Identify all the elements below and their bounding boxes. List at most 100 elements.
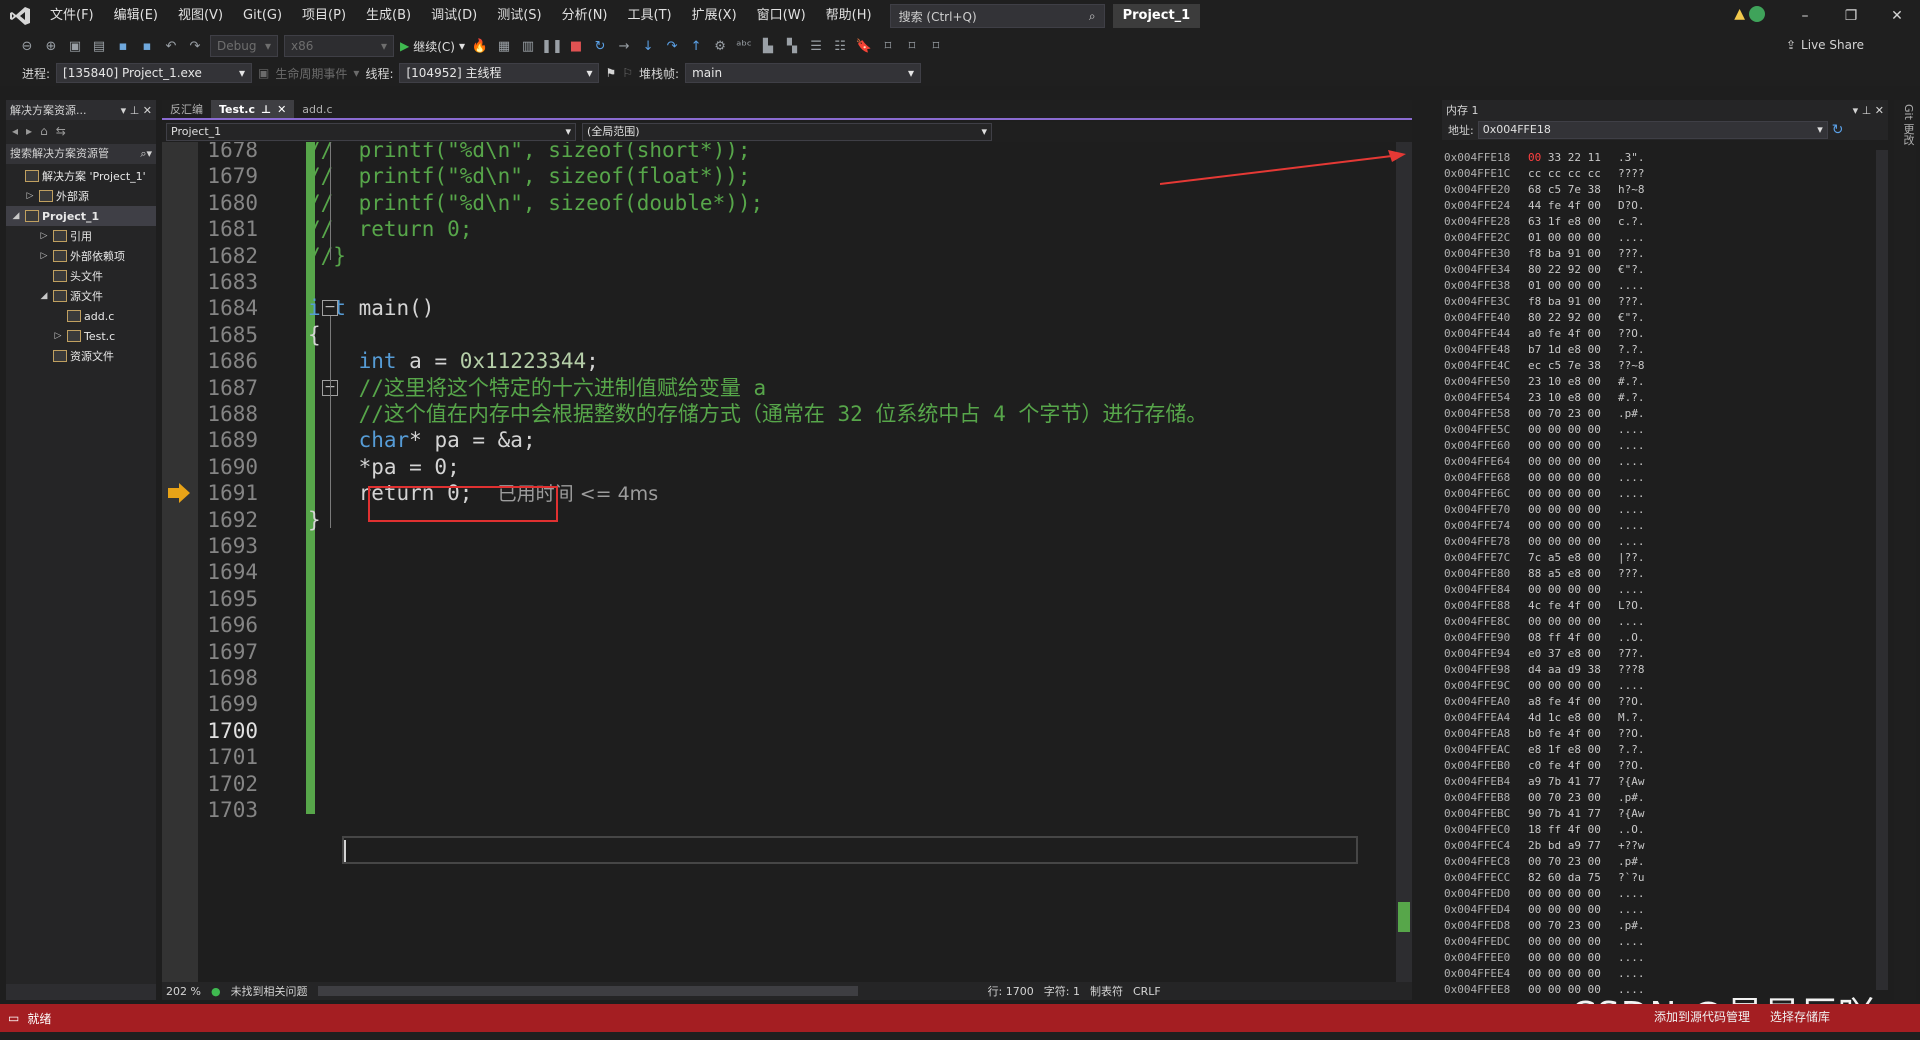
issues-status[interactable]: 未找到相关问题: [231, 983, 308, 999]
solution-search-input[interactable]: 搜索解决方案资源管 ⌕▾: [6, 144, 156, 164]
memory-row[interactable]: 0x004FFE88 4c fe 4f 00 L?O.: [1444, 598, 1668, 614]
forward-icon[interactable]: ⊕: [42, 37, 60, 55]
menu-item[interactable]: 编辑(E): [104, 0, 168, 32]
memory-row[interactable]: 0x004FFEBC 90 7b 41 77 ?{Aw: [1444, 806, 1668, 822]
memory-row[interactable]: 0x004FFE78 00 00 00 00....: [1444, 534, 1668, 550]
panel-controls-icon[interactable]: ▾ ⊥ ✕: [1853, 104, 1884, 117]
solution-hscroll[interactable]: [6, 984, 156, 1000]
expand-toggle-icon[interactable]: ◢: [10, 211, 22, 221]
menu-item[interactable]: 文件(F): [40, 0, 104, 32]
memory-row[interactable]: 0x004FFEE4 00 00 00 00....: [1444, 966, 1668, 982]
memory-row[interactable]: 0x004FFE4C ec c5 7e 38 ??~8: [1444, 358, 1668, 374]
menu-item[interactable]: 窗口(W): [747, 0, 816, 32]
prev-bookmark-icon[interactable]: ⌑: [879, 37, 897, 55]
menu-item[interactable]: 调试(D): [421, 0, 487, 32]
tree-item[interactable]: ◢ Project_1: [6, 206, 156, 226]
memory-row[interactable]: 0x004FFE60 00 00 00 00....: [1444, 438, 1668, 454]
layout-icon[interactable]: ▥: [519, 37, 537, 55]
memory-row[interactable]: 0x004FFE3C f8 ba 91 00???.: [1444, 294, 1668, 310]
spell-check-icon[interactable]: ᵃᵇᶜ: [735, 37, 753, 55]
expand-toggle-icon[interactable]: ◢: [38, 291, 50, 301]
back-icon[interactable]: ◂: [12, 124, 18, 138]
add-to-source-control[interactable]: 添加到源代码管理: [1654, 1008, 1750, 1025]
uncomment-icon[interactable]: ▚: [783, 37, 801, 55]
memory-row[interactable]: 0x004FFE7C 7c a5 e8 00 |??.: [1444, 550, 1668, 566]
memory-row[interactable]: 0x004FFEA8 b0 fe 4f 00 ??O.: [1444, 726, 1668, 742]
memory-row[interactable]: 0x004FFE80 88 a5 e8 00???.: [1444, 566, 1668, 582]
stack-frame-dropdown[interactable]: main ▾: [685, 63, 922, 83]
memory-row[interactable]: 0x004FFE18 00 33 22 11.3".: [1444, 150, 1668, 166]
show-next-statement-icon[interactable]: →: [615, 37, 633, 55]
save-all-icon[interactable]: ▪: [138, 37, 156, 55]
menu-item[interactable]: 生成(B): [356, 0, 421, 32]
line-indicator[interactable]: 行: 1700: [988, 983, 1034, 999]
select-repository[interactable]: 选择存储库: [1770, 1008, 1830, 1025]
continue-button[interactable]: ▶ 继续(C) ▾: [400, 38, 465, 55]
memory-row[interactable]: 0x004FFE8C 00 00 00 00....: [1444, 614, 1668, 630]
memory-row[interactable]: 0x004FFEDC 00 00 00 00....: [1444, 934, 1668, 950]
comment-icon[interactable]: ▙: [759, 37, 777, 55]
expand-toggle-icon[interactable]: ▷: [38, 251, 50, 261]
platform-dropdown[interactable]: x86 ▾: [284, 35, 394, 57]
menu-item[interactable]: 视图(V): [168, 0, 233, 32]
clear-bookmarks-icon[interactable]: ⌑: [927, 37, 945, 55]
indent-icon[interactable]: ☰: [807, 37, 825, 55]
memory-row[interactable]: 0x004FFE2C 01 00 00 00....: [1444, 230, 1668, 246]
pause-icon[interactable]: ❚❚: [541, 37, 563, 55]
memory-grid[interactable]: 0x004FFE18 00 33 22 11.3". 0x004FFE1C cc cc…: [1444, 150, 1668, 998]
memory-row[interactable]: 0x004FFEAC e8 1f e8 00?.?.: [1444, 742, 1668, 758]
memory-row[interactable]: 0x004FFEE0 00 00 00 00....: [1444, 950, 1668, 966]
thread-dropdown[interactable]: [104952] 主线程 ▾: [399, 63, 600, 83]
memory-row[interactable]: 0x004FFE90 08 ff 4f 00 ..O.: [1444, 630, 1668, 646]
undo-icon[interactable]: ↶: [162, 37, 180, 55]
expand-toggle-icon[interactable]: ▷: [52, 331, 64, 341]
memory-row[interactable]: 0x004FFEB8 00 70 23 00 .p#.: [1444, 790, 1668, 806]
memory-row[interactable]: 0x004FFEC0 18 ff 4f 00 ..O.: [1444, 822, 1668, 838]
hot-reload-icon[interactable]: 🔥: [471, 37, 489, 55]
bookmark-icon[interactable]: 🔖: [855, 37, 873, 55]
memory-row[interactable]: 0x004FFED4 00 00 00 00....: [1444, 902, 1668, 918]
memory-row[interactable]: 0x004FFECC 82 60 da 75 ?`?u: [1444, 870, 1668, 886]
diagnostics-icon[interactable]: ⚙: [711, 37, 729, 55]
restore-icon[interactable]: ❐: [1828, 8, 1874, 24]
next-bookmark-icon[interactable]: ⌑: [903, 37, 921, 55]
memory-row[interactable]: 0x004FFE74 00 00 00 00....: [1444, 518, 1668, 534]
warning-icon[interactable]: ▲: [1734, 6, 1745, 22]
switch-views-icon[interactable]: ⇆: [56, 124, 66, 138]
memory-row[interactable]: 0x004FFE70 00 00 00 00....: [1444, 502, 1668, 518]
scope-dropdown[interactable]: (全局范围) ▾: [582, 123, 992, 141]
flag-icon[interactable]: ⚑: [605, 66, 616, 80]
char-indicator[interactable]: 字符: 1: [1044, 983, 1080, 999]
memory-row[interactable]: 0x004FFE48 b7 1d e8 00?.?.: [1444, 342, 1668, 358]
editor-tab[interactable]: 反汇编: [162, 100, 211, 118]
refresh-icon[interactable]: ↻: [1832, 122, 1844, 138]
memory-row[interactable]: 0x004FFED0 00 00 00 00....: [1444, 886, 1668, 902]
editor-tab[interactable]: Test.c ⊥ ✕: [211, 100, 295, 118]
back-icon[interactable]: ⊖: [18, 37, 36, 55]
menu-item[interactable]: 项目(P): [292, 0, 356, 32]
tree-item[interactable]: ▷ 外部源: [6, 186, 156, 206]
memory-row[interactable]: 0x004FFEB4 a9 7b 41 77 ?{Aw: [1444, 774, 1668, 790]
memory-row[interactable]: 0x004FFE38 01 00 00 00....: [1444, 278, 1668, 294]
memory-row[interactable]: 0x004FFE54 23 10 e8 00 #.?.: [1444, 390, 1668, 406]
memory-row[interactable]: 0x004FFEB0 c0 fe 4f 00 ??O.: [1444, 758, 1668, 774]
tree-item[interactable]: add.c: [6, 306, 156, 326]
menu-item[interactable]: 帮助(H): [816, 0, 882, 32]
memory-row[interactable]: 0x004FFE94 e0 37 e8 00 ?7?.: [1444, 646, 1668, 662]
menu-item[interactable]: 扩展(X): [682, 0, 747, 32]
editor-hscroll[interactable]: [317, 986, 858, 996]
lifecycle-events[interactable]: 生命周期事件: [275, 65, 347, 82]
memory-row[interactable]: 0x004FFE64 00 00 00 00....: [1444, 454, 1668, 470]
live-share-button[interactable]: ⇪ Live Share: [1786, 38, 1864, 52]
panel-controls-icon[interactable]: ▾ ⊥ ✕: [121, 104, 152, 117]
forward-icon[interactable]: ▸: [26, 124, 32, 138]
memory-row[interactable]: 0x004FFE30 f8 ba 91 00???.: [1444, 246, 1668, 262]
browse-icon[interactable]: ▦: [495, 37, 513, 55]
tree-item[interactable]: 资源文件: [6, 346, 156, 366]
search-input[interactable]: 搜索 (Ctrl+Q) ⌕: [889, 4, 1105, 28]
menu-item[interactable]: Git(G): [233, 0, 292, 32]
step-into-icon[interactable]: ↓: [639, 37, 657, 55]
account-icon[interactable]: [1749, 6, 1765, 22]
collapse-icon[interactable]: −: [322, 300, 338, 317]
pin-icon[interactable]: ⊥: [261, 103, 271, 116]
